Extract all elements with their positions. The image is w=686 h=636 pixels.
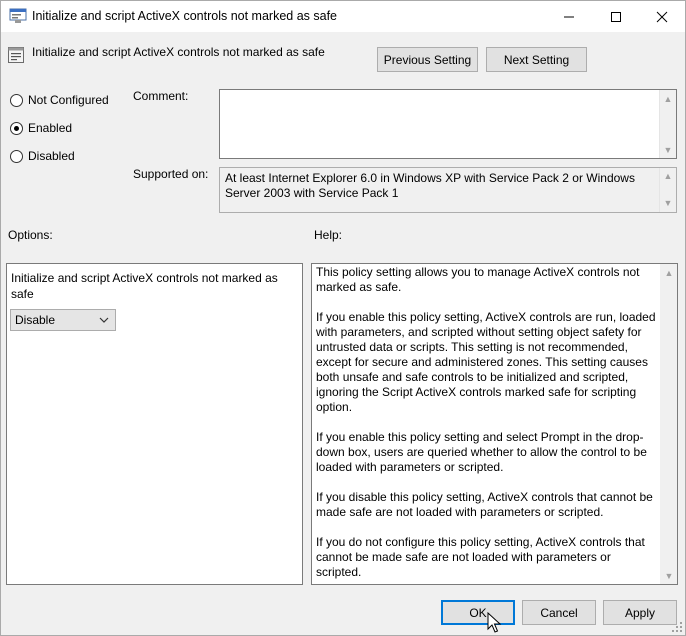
comment-textarea[interactable]: ▲ ▼ (219, 89, 677, 159)
help-paragraph: If you do not configure this policy sett… (316, 535, 645, 579)
option-dropdown[interactable]: Disable (10, 309, 116, 331)
help-paragraph: This policy setting allows you to manage… (316, 265, 640, 294)
help-label: Help: (314, 228, 343, 242)
policy-window-icon (9, 8, 27, 23)
comment-scrollbar[interactable]: ▲ ▼ (659, 90, 676, 158)
minimize-button[interactable] (546, 1, 592, 32)
supported-on-field: At least Internet Explorer 6.0 in Window… (219, 167, 677, 213)
title-bar[interactable]: Initialize and script ActiveX controls n… (1, 1, 685, 32)
radio-button[interactable] (10, 121, 23, 135)
chevron-down-icon (99, 317, 109, 323)
radio-enabled[interactable]: Enabled (10, 121, 72, 135)
dropdown-value: Disable (15, 313, 56, 327)
scroll-down-icon[interactable]: ▼ (660, 141, 676, 158)
scroll-down-icon[interactable]: ▼ (661, 567, 677, 584)
comment-label: Comment: (133, 89, 189, 103)
minimize-icon (564, 16, 574, 17)
supported-on-value: At least Internet Explorer 6.0 in Window… (225, 171, 635, 200)
help-paragraph: If you disable this policy setting, Acti… (316, 490, 653, 519)
help-scrollbar[interactable]: ▲ ▼ (660, 264, 677, 584)
setting-title: Initialize and script ActiveX controls n… (32, 45, 325, 59)
radio-label: Not Configured (28, 93, 109, 107)
help-paragraph: If you enable this policy setting and se… (316, 430, 647, 474)
maximize-button[interactable] (593, 1, 639, 32)
maximize-icon (611, 11, 621, 22)
supported-scrollbar[interactable]: ▲ ▼ (659, 168, 676, 212)
supported-on-label: Supported on: (133, 167, 209, 181)
resize-grip-icon[interactable] (671, 621, 683, 633)
help-paragraph: If you enable this policy setting, Activ… (316, 310, 656, 414)
cancel-button[interactable]: Cancel (522, 600, 596, 625)
options-panel: Initialize and script ActiveX controls n… (6, 263, 303, 585)
next-setting-button[interactable]: Next Setting (486, 47, 587, 72)
close-icon (656, 11, 668, 22)
radio-label: Enabled (28, 121, 73, 135)
help-text: This policy setting allows you to manage… (316, 265, 658, 584)
option-setting-label: Initialize and script ActiveX controls n… (11, 271, 278, 301)
radio-label: Disabled (28, 149, 75, 163)
policy-setting-window: Initialize and script ActiveX controls n… (0, 0, 686, 636)
apply-button[interactable]: Apply (603, 600, 677, 625)
window-title: Initialize and script ActiveX controls n… (32, 9, 338, 23)
scroll-up-icon[interactable]: ▲ (660, 168, 676, 185)
ok-button[interactable]: OK (441, 600, 515, 625)
previous-setting-button[interactable]: Previous Setting (377, 47, 478, 72)
radio-disabled[interactable]: Disabled (10, 149, 75, 163)
mouse-cursor-icon (487, 612, 502, 633)
radio-not-configured[interactable]: Not Configured (10, 93, 109, 107)
scroll-up-icon[interactable]: ▲ (661, 264, 677, 281)
help-panel: This policy setting allows you to manage… (311, 263, 678, 585)
scroll-up-icon[interactable]: ▲ (660, 90, 676, 107)
radio-button[interactable] (10, 149, 23, 163)
radio-button[interactable] (10, 93, 23, 107)
close-button[interactable] (639, 1, 685, 32)
policy-setting-icon (8, 47, 24, 63)
scroll-down-icon[interactable]: ▼ (660, 195, 676, 212)
options-label: Options: (8, 228, 53, 242)
